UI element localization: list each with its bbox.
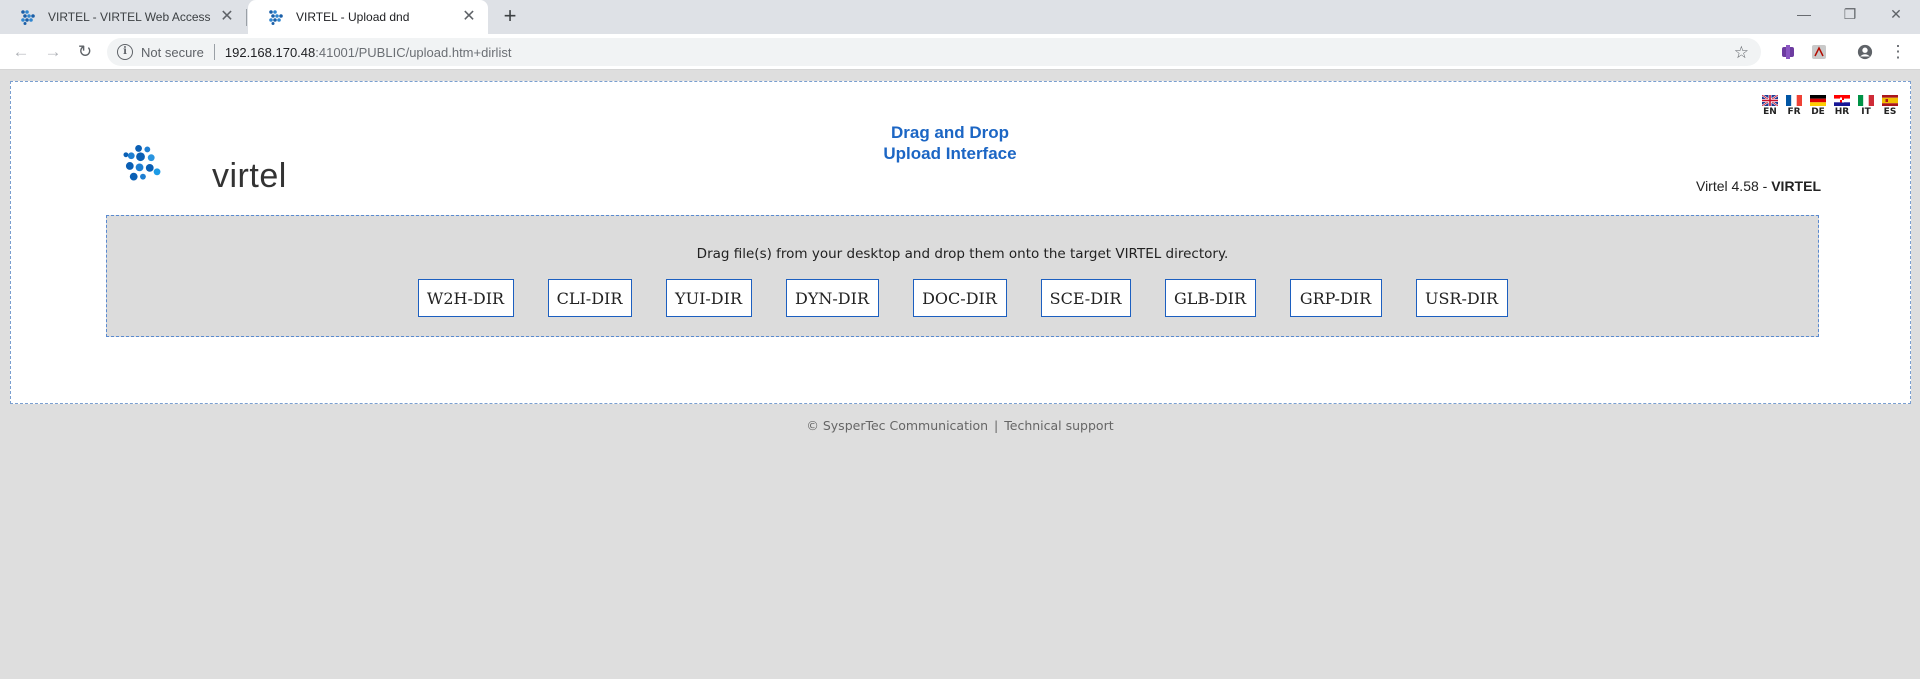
lang-code: IT bbox=[1861, 107, 1871, 117]
page-footer: © SysperTec Communication | Technical supp… bbox=[0, 418, 1920, 433]
address-bar[interactable]: i Not secure 192.168.170.48 :41001/PUBLI… bbox=[107, 38, 1761, 66]
italy-flag-icon bbox=[1858, 95, 1874, 106]
dir-target-yui[interactable]: YUI-DIR bbox=[665, 279, 752, 317]
page-title: Drag and Drop Upload Interface bbox=[11, 122, 1889, 164]
new-tab-button[interactable]: + bbox=[498, 5, 522, 29]
virtel-favicon-icon bbox=[21, 10, 35, 25]
url-divider bbox=[213, 44, 215, 60]
lang-de[interactable]: DE bbox=[1808, 95, 1828, 117]
technical-support-link[interactable]: Technical support bbox=[1004, 418, 1113, 433]
lang-code: ES bbox=[1883, 107, 1897, 117]
germany-flag-icon bbox=[1810, 95, 1826, 106]
dir-target-w2h[interactable]: W2H-DIR bbox=[417, 279, 514, 317]
croatia-flag-icon bbox=[1834, 95, 1850, 106]
uk-flag-icon bbox=[1762, 95, 1778, 106]
dir-target-glb[interactable]: GLB-DIR bbox=[1164, 279, 1256, 317]
reload-button[interactable]: ↻ bbox=[73, 40, 97, 64]
tab-virtel-web-access[interactable]: VIRTEL - VIRTEL Web Access ✕ bbox=[0, 0, 246, 34]
dir-target-usr[interactable]: USR-DIR bbox=[1415, 279, 1508, 317]
dir-target-dyn[interactable]: DYN-DIR bbox=[785, 279, 879, 317]
extension-icon[interactable] bbox=[1780, 44, 1796, 60]
page-title-line1: Drag and Drop bbox=[890, 123, 1010, 142]
lang-hr[interactable]: HR bbox=[1832, 95, 1852, 117]
info-icon[interactable]: i bbox=[117, 44, 133, 60]
close-icon[interactable]: ✕ bbox=[462, 9, 476, 25]
minimize-button[interactable]: — bbox=[1781, 0, 1827, 30]
version-product: VIRTEL bbox=[1771, 178, 1821, 194]
virtel-favicon-icon bbox=[269, 10, 283, 25]
copyright-link[interactable]: © SysperTec Communication bbox=[806, 418, 988, 433]
url-path[interactable]: :41001/PUBLIC/upload.htm+dirlist bbox=[315, 45, 511, 60]
drop-zone[interactable]: Drag file(s) from your desktop and drop … bbox=[106, 215, 1819, 337]
page-title-line2: Upload Interface bbox=[883, 144, 1017, 163]
lang-es[interactable]: ES bbox=[1880, 95, 1900, 117]
dir-target-grp[interactable]: GRP-DIR bbox=[1289, 279, 1382, 317]
page-container: virtel Drag and Drop Upload Interface EN… bbox=[10, 81, 1911, 404]
tab-strip: VIRTEL - VIRTEL Web Access ✕ VIRTEL - Up… bbox=[0, 0, 1920, 34]
bookmark-star-icon[interactable]: ☆ bbox=[1734, 43, 1749, 63]
lang-code: FR bbox=[1787, 107, 1801, 117]
dir-target-cli[interactable]: CLI-DIR bbox=[547, 279, 632, 317]
security-label[interactable]: Not secure bbox=[141, 45, 204, 60]
version-label: Virtel 4.58 - VIRTEL bbox=[1696, 178, 1821, 194]
restore-button[interactable]: ❐ bbox=[1827, 0, 1873, 30]
dir-target-doc[interactable]: DOC-DIR bbox=[912, 279, 1007, 317]
tab-title: VIRTEL - Upload dnd bbox=[296, 10, 410, 24]
directory-targets: W2H-DIR CLI-DIR YUI-DIR DYN-DIR DOC-DIR … bbox=[107, 279, 1818, 317]
lang-en[interactable]: EN bbox=[1760, 95, 1780, 117]
language-selector: EN FR DE HR IT ES bbox=[1760, 95, 1900, 117]
dir-target-sce[interactable]: SCE-DIR bbox=[1040, 279, 1131, 317]
tab-divider bbox=[246, 9, 247, 26]
version-number: Virtel 4.58 - bbox=[1695, 178, 1772, 194]
drop-instruction: Drag file(s) from your desktop and drop … bbox=[696, 246, 1229, 262]
tab-title: VIRTEL - VIRTEL Web Access bbox=[48, 10, 211, 24]
back-button[interactable]: ← bbox=[9, 40, 33, 64]
lang-fr[interactable]: FR bbox=[1784, 95, 1804, 117]
lang-code: EN bbox=[1763, 107, 1777, 117]
tab-upload-dnd[interactable]: VIRTEL - Upload dnd ✕ bbox=[248, 0, 488, 34]
menu-kebab-icon[interactable]: ⋮ bbox=[1886, 40, 1910, 64]
close-icon[interactable]: ✕ bbox=[220, 9, 234, 25]
browser-toolbar: ← → ↻ i Not secure 192.168.170.48 :41001… bbox=[0, 34, 1920, 70]
url-host[interactable]: 192.168.170.48 bbox=[225, 45, 315, 60]
window-close-button[interactable]: ✕ bbox=[1873, 0, 1919, 30]
france-flag-icon bbox=[1786, 95, 1802, 106]
lang-code: DE bbox=[1811, 107, 1825, 117]
lang-code: HR bbox=[1834, 107, 1850, 117]
pdf-extension-icon[interactable] bbox=[1811, 44, 1827, 60]
profile-icon[interactable] bbox=[1857, 44, 1873, 60]
forward-button[interactable]: → bbox=[41, 40, 65, 64]
spain-flag-icon bbox=[1882, 95, 1898, 106]
footer-separator: | bbox=[994, 418, 999, 433]
lang-it[interactable]: IT bbox=[1856, 95, 1876, 117]
